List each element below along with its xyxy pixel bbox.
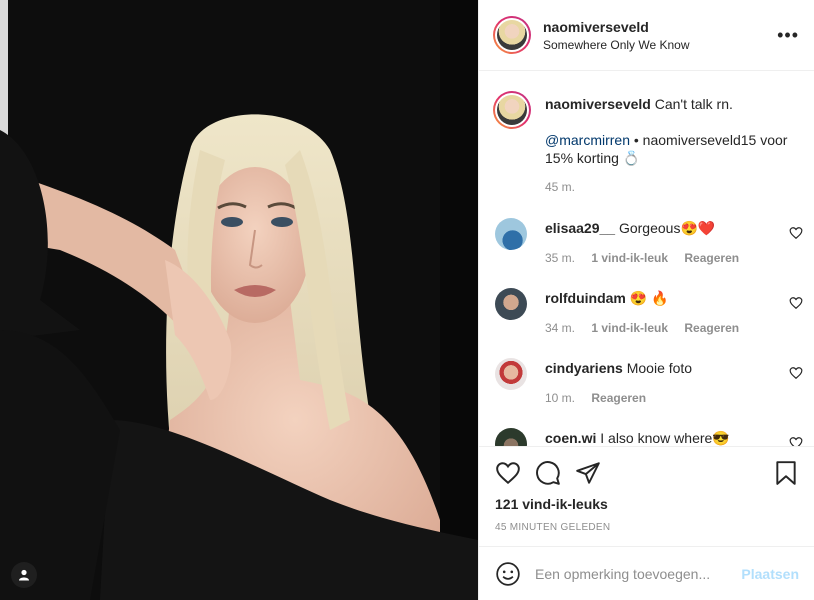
- likes-count[interactable]: 121 vind-ik-leuks: [495, 496, 608, 512]
- comment-text: Mooie foto: [626, 360, 693, 376]
- caption-avatar[interactable]: [493, 91, 531, 129]
- commenter-avatar[interactable]: [495, 288, 527, 320]
- comment-time[interactable]: 10 m.: [545, 391, 575, 405]
- comment-input[interactable]: [535, 563, 725, 585]
- heart-icon[interactable]: [495, 460, 521, 486]
- comment-text: I also know where😎: [600, 430, 730, 446]
- heart-icon[interactable]: [789, 436, 803, 446]
- post-comment-button[interactable]: Plaatsen: [741, 566, 799, 582]
- comment-composer: Plaatsen: [479, 546, 814, 600]
- more-options-icon[interactable]: •••: [777, 26, 799, 44]
- post-location[interactable]: Somewhere Only We Know: [543, 38, 690, 52]
- comment-text: 😍 🔥: [629, 290, 669, 306]
- reply-button[interactable]: Reageren: [591, 391, 646, 405]
- caption-mention-link[interactable]: @marcmirren: [545, 132, 630, 148]
- caption-username[interactable]: naomiverseveld: [545, 96, 651, 112]
- post-actions: 121 vind-ik-leuks 45 MINUTEN GELEDEN: [479, 446, 814, 546]
- reply-button[interactable]: Reageren: [684, 321, 739, 335]
- caption-timestamp[interactable]: 45 m.: [545, 180, 575, 194]
- comment-likes[interactable]: 1 vind-ik-leuk: [591, 251, 668, 265]
- caption-text: Can't talk rn.: [654, 96, 733, 112]
- user-tag-icon: [19, 569, 29, 581]
- comment-likes[interactable]: 1 vind-ik-leuk: [591, 321, 668, 335]
- commenter-avatar[interactable]: [495, 428, 527, 446]
- comment-item: rolfduindam 😍 🔥 34 m. 1 vind-ik-leuk Rea…: [479, 286, 814, 356]
- author-username[interactable]: naomiverseveld: [543, 19, 649, 35]
- emoji-icon[interactable]: [495, 561, 521, 587]
- post-timestamp[interactable]: 45 MINUTEN GELEDEN: [495, 522, 610, 533]
- author-avatar[interactable]: [493, 16, 531, 54]
- bookmark-icon[interactable]: [773, 460, 799, 486]
- post-image: [0, 0, 478, 600]
- commenter-username[interactable]: elisaa29__: [545, 220, 615, 236]
- comment-text: Gorgeous😍❤️: [618, 220, 716, 236]
- commenter-username[interactable]: rolfduindam: [545, 290, 626, 306]
- comment-item: coen.wi I also know where😎: [479, 426, 814, 446]
- commenter-username[interactable]: coen.wi: [545, 430, 596, 446]
- user-tag-button[interactable]: [11, 562, 37, 588]
- comments-list[interactable]: naomiverseveld Can't talk rn. @marcmirre…: [479, 71, 814, 446]
- share-icon[interactable]: [575, 460, 601, 486]
- heart-icon[interactable]: [789, 226, 803, 240]
- reply-button[interactable]: Reageren: [684, 251, 739, 265]
- comment-icon[interactable]: [535, 460, 561, 486]
- heart-icon[interactable]: [789, 366, 803, 380]
- commenter-username[interactable]: cindyariens: [545, 360, 623, 376]
- post-caption: naomiverseveld Can't talk rn. @marcmirre…: [545, 95, 803, 167]
- comment-time[interactable]: 34 m.: [545, 321, 575, 335]
- commenter-avatar[interactable]: [495, 358, 527, 390]
- heart-icon[interactable]: [789, 296, 803, 310]
- post-header: naomiverseveld Somewhere Only We Know ••…: [479, 0, 814, 71]
- comment-item: elisaa29__ Gorgeous😍❤️ 35 m. 1 vind-ik-l…: [479, 216, 814, 286]
- commenter-avatar[interactable]: [495, 218, 527, 250]
- post-photo[interactable]: [0, 0, 478, 600]
- comment-time[interactable]: 35 m.: [545, 251, 575, 265]
- comment-item: cindyariens Mooie foto 10 m. Reageren: [479, 356, 814, 426]
- post-panel: naomiverseveld Somewhere Only We Know ••…: [478, 0, 814, 600]
